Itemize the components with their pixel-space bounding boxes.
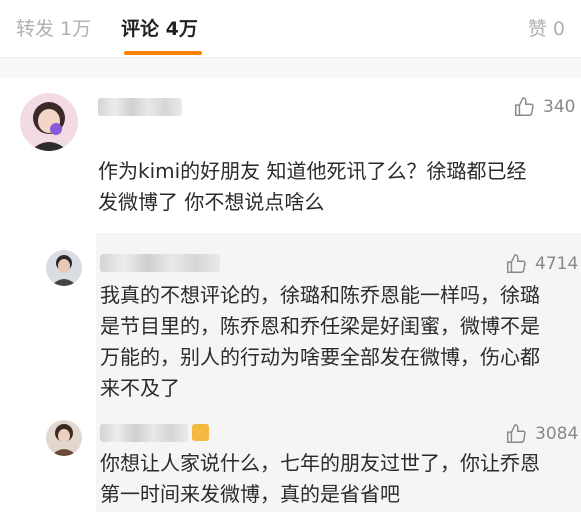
- section-divider: [0, 58, 581, 78]
- comment-like-count: 340: [543, 97, 576, 117]
- reply-username[interactable]: [100, 424, 188, 442]
- reply-text-line: 我真的不想评论的，徐璐和陈乔恩能一样吗，徐璐: [100, 283, 540, 307]
- tab-likes[interactable]: 赞 0: [528, 14, 565, 41]
- comment-text-line: 发微博了 你不想说点啥么: [98, 190, 325, 214]
- comment-text: 作为kimi的好朋友 知道他死讯了么？徐璐都已经 发微博了 你不想说点啥么: [98, 156, 568, 218]
- tab-repost[interactable]: 转发 1万: [16, 14, 91, 41]
- reply-text: 我真的不想评论的，徐璐和陈乔恩能一样吗，徐璐 是节目里的，陈乔恩和乔任梁是好闺蜜…: [100, 280, 570, 404]
- comment-tab-bar: 转发 1万 评论 4万 赞 0: [0, 0, 581, 58]
- reply-text-line: 万能的，别人的行动为啥要全部发在微博，伤心都: [100, 345, 540, 369]
- thumbs-up-icon: [507, 424, 526, 443]
- reply-text-line: 是节目里的，陈乔恩和乔任梁是好闺蜜，微博不是: [100, 314, 540, 338]
- reply-like-count: 3084: [535, 424, 579, 444]
- thumbs-up-icon: [515, 97, 534, 116]
- comment-avatar[interactable]: [20, 93, 78, 151]
- reply-avatar[interactable]: [46, 250, 82, 286]
- reply-like-button[interactable]: 4714: [505, 253, 578, 275]
- reply-avatar[interactable]: [46, 420, 82, 456]
- comment-text-line: 作为kimi的好朋友 知道他死讯了么？徐璐都已经: [98, 159, 527, 183]
- active-tab-indicator: [124, 51, 202, 55]
- reply-text-line: 第一时间来发微博，真的是省省吧: [100, 482, 400, 506]
- thumbs-up-icon: [507, 254, 526, 273]
- tab-comments[interactable]: 评论 4万: [121, 14, 198, 41]
- reply-username[interactable]: [100, 254, 220, 272]
- reply-like-count: 4714: [535, 254, 579, 274]
- reply-text-line: 你想让人家说什么，七年的朋友过世了，你让乔恩: [100, 451, 540, 475]
- comment-username[interactable]: [98, 98, 182, 116]
- comment-like-button[interactable]: 340: [513, 96, 575, 118]
- reply-text-line: 来不及了: [100, 376, 180, 400]
- reply-text: 你想让人家说什么，七年的朋友过世了，你让乔恩 第一时间来发微博，真的是省省吧: [100, 448, 570, 510]
- vip-badge-icon: [192, 424, 209, 441]
- reply-like-button[interactable]: 3084: [505, 423, 578, 445]
